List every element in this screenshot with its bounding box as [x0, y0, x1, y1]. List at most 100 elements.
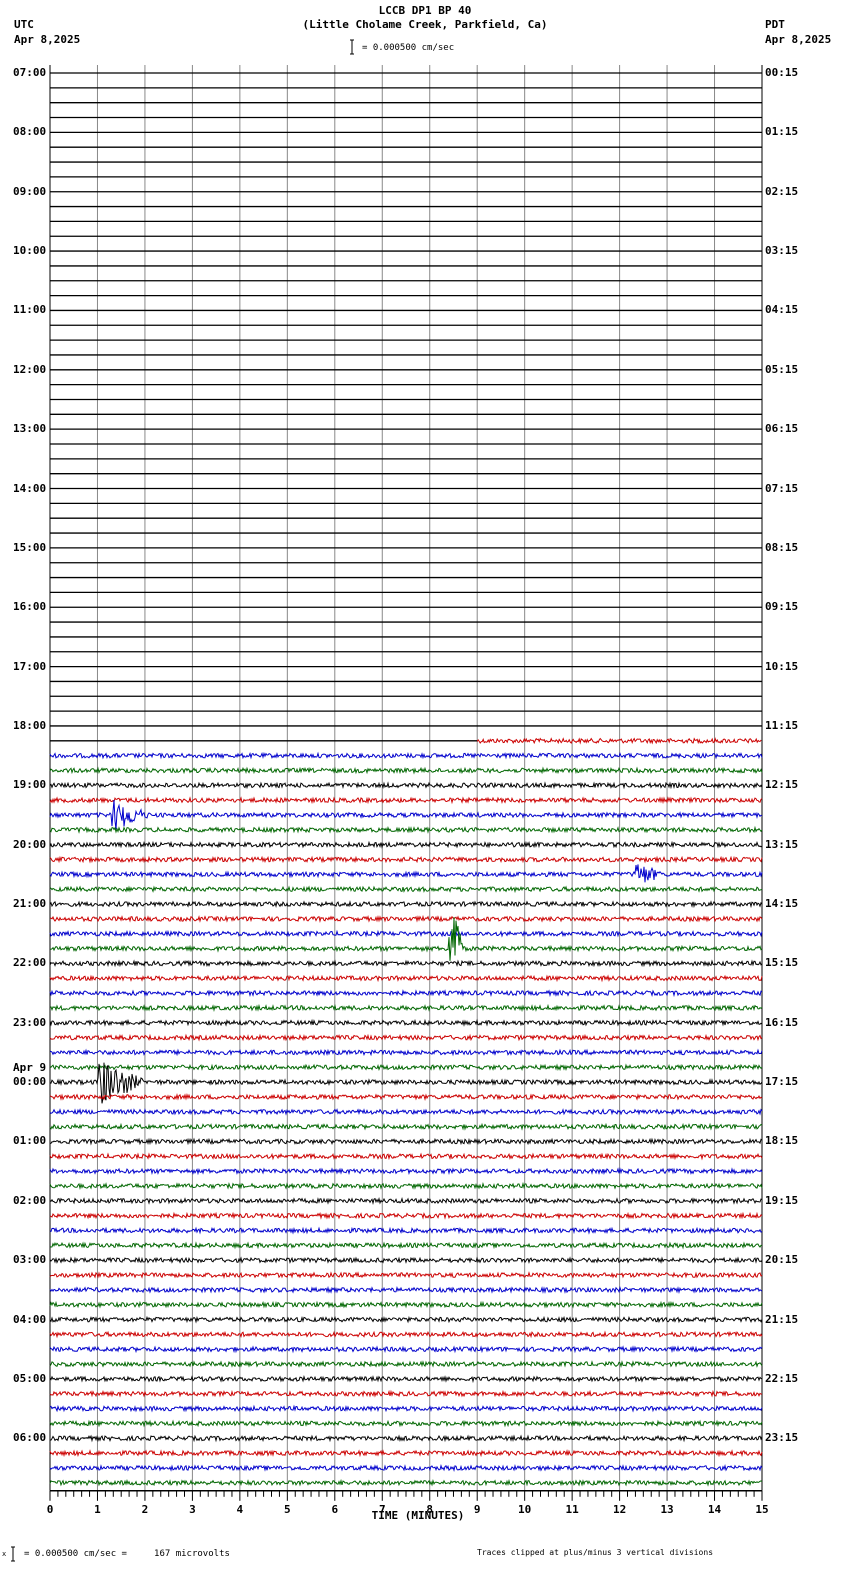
- date-change-label: Apr 9: [13, 1061, 47, 1075]
- seismic-trace: [49, 1033, 763, 1042]
- helicorder-plot: [11, 39, 763, 1562]
- seismic-trace: [49, 1256, 763, 1264]
- pdt-hour-label: 10:15: [765, 659, 799, 673]
- seismic-trace: [49, 1196, 763, 1205]
- x-tick-label: 7: [378, 1502, 386, 1516]
- pdt-hour-label: 22:15: [765, 1371, 799, 1385]
- utc-hour-label: 15:00: [13, 540, 47, 554]
- pdt-hour-label: 16:15: [765, 1015, 799, 1029]
- pdt-hour-label: 17:15: [765, 1075, 799, 1089]
- seismic-trace: [49, 1093, 763, 1102]
- utc-hour-label: 18:00: [13, 718, 47, 732]
- seismic-trace: [49, 1108, 763, 1116]
- seismic-trace: [49, 1018, 763, 1027]
- x-tick-label: 0: [46, 1502, 54, 1516]
- utc-hour-label: 11:00: [13, 303, 47, 317]
- seismic-trace: [49, 914, 763, 923]
- seismic-trace: [49, 1241, 762, 1250]
- seismic-trace: [49, 855, 763, 864]
- x-tick-label: 5: [284, 1502, 291, 1516]
- seismic-trace: [49, 1360, 763, 1368]
- seismic-trace: [49, 1419, 763, 1428]
- seismic-trace: [49, 974, 763, 983]
- utc-hour-label: 03:00: [13, 1253, 47, 1267]
- utc-hour-label: 17:00: [13, 659, 47, 673]
- seismic-trace: [49, 1463, 763, 1473]
- seismic-trace: [49, 1300, 763, 1309]
- seismic-trace: [49, 917, 763, 961]
- pdt-hour-label: 23:15: [765, 1431, 799, 1445]
- seismic-trace: [49, 1315, 763, 1324]
- seismic-trace: [49, 1226, 763, 1235]
- pdt-hour-label: 05:15: [765, 362, 799, 376]
- seismic-trace: [49, 1449, 763, 1458]
- seismic-trace: [49, 1063, 763, 1072]
- utc-hour-label: 14:00: [13, 481, 47, 495]
- x-tick-label: 2: [141, 1502, 149, 1516]
- pdt-hour-label: 08:15: [765, 540, 799, 554]
- seismic-trace: [49, 929, 763, 938]
- x-tick-label: 8: [426, 1502, 434, 1516]
- utc-hour-label: 04:00: [13, 1312, 47, 1326]
- utc-hour-label: 09:00: [13, 184, 47, 198]
- pdt-hour-label: 00:15: [765, 66, 799, 79]
- pdt-hour-label: 20:15: [765, 1253, 799, 1267]
- utc-hour-label: 22:00: [13, 956, 47, 970]
- seismic-trace: [49, 1271, 763, 1279]
- pdt-hour-label: 11:15: [765, 718, 799, 732]
- utc-hour-label: 05:00: [13, 1371, 47, 1385]
- x-tick-label: 9: [473, 1502, 481, 1516]
- seismic-trace: [49, 781, 763, 790]
- utc-hour-label: 20:00: [13, 837, 47, 851]
- utc-hour-label: 12:00: [13, 362, 47, 376]
- utc-hour-label: 21:00: [13, 897, 47, 911]
- utc-hour-label: 19:00: [13, 778, 47, 792]
- pdt-hour-label: 01:15: [765, 125, 799, 139]
- seismic-trace: [49, 1167, 763, 1176]
- x-tick-label: 15: [755, 1502, 769, 1516]
- pdt-hour-label: 13:15: [765, 837, 799, 851]
- scale-bar-icon: [350, 39, 354, 55]
- seismic-trace: [49, 1330, 763, 1339]
- seismic-trace: [49, 864, 763, 883]
- pdt-hour-label: 12:15: [765, 778, 799, 792]
- x-tick-label: 4: [236, 1502, 244, 1516]
- seismic-trace: [49, 1003, 763, 1012]
- x-tick-label: 11: [565, 1502, 579, 1516]
- seismic-trace: [49, 1152, 763, 1161]
- x-tick-label: 13: [660, 1502, 674, 1516]
- utc-hour-label: 13:00: [13, 422, 47, 436]
- seismic-trace: [49, 1434, 763, 1443]
- x-tick-label: 1: [94, 1502, 101, 1516]
- pdt-hour-label: 04:15: [765, 303, 799, 317]
- utc-hour-label: 02:00: [13, 1193, 47, 1207]
- x-tick-label: 12: [612, 1502, 627, 1516]
- seismic-trace: [49, 959, 763, 968]
- seismic-trace: [49, 989, 763, 998]
- seismic-trace: [49, 1478, 763, 1487]
- utc-hour-label: 07:00: [13, 66, 47, 79]
- utc-hour-label: 06:00: [13, 1431, 47, 1445]
- seismic-trace: [49, 885, 763, 894]
- pdt-hour-label: 18:15: [765, 1134, 799, 1148]
- seismic-trace: [49, 751, 763, 760]
- seismic-trace: [49, 1404, 763, 1413]
- pdt-hour-label: 19:15: [765, 1193, 799, 1207]
- utc-hour-label: 01:00: [13, 1134, 47, 1148]
- footer-scale-bar-icon: [11, 1546, 15, 1562]
- seismic-trace: [49, 796, 763, 805]
- seismic-trace: [49, 900, 763, 909]
- pdt-hour-label: 21:15: [765, 1312, 799, 1326]
- pdt-hour-label: 06:15: [765, 422, 799, 436]
- utc-hour-label: 23:00: [13, 1015, 47, 1029]
- seismic-trace: [49, 1389, 763, 1398]
- pdt-hour-label: 07:15: [765, 481, 799, 495]
- utc-hour-label: 10:00: [13, 244, 47, 258]
- seismic-trace: [49, 1375, 763, 1384]
- seismic-trace: [49, 1211, 763, 1220]
- pdt-hour-label: 02:15: [765, 184, 799, 198]
- seismic-trace: [49, 1122, 763, 1131]
- pdt-hour-label: 03:15: [765, 244, 799, 258]
- x-tick-label: 10: [518, 1502, 532, 1516]
- x-tick-label: 14: [707, 1502, 722, 1516]
